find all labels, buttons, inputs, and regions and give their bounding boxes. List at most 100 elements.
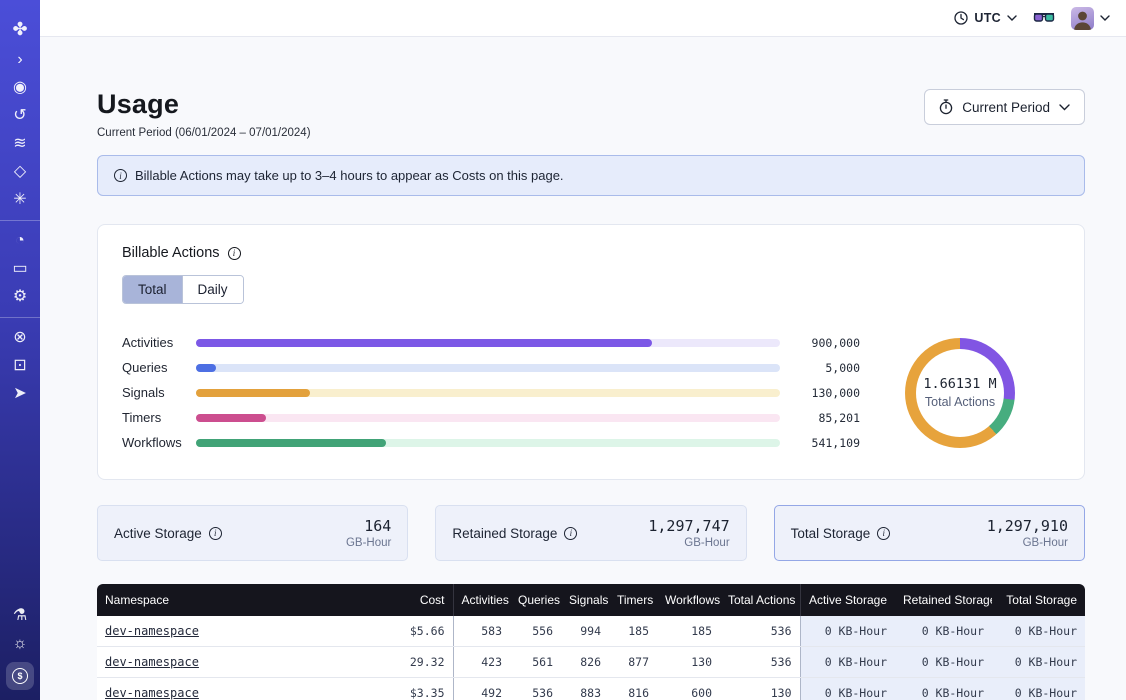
storage-card-retained-storage: Retained Storage i 1,297,747GB-Hour (435, 505, 746, 561)
storage-value: 1,297,747 (648, 517, 729, 535)
cell-signals: 826 (561, 647, 609, 678)
labs-flask-icon[interactable]: ⚗ (0, 602, 40, 630)
info-icon[interactable]: i (564, 527, 577, 540)
stopwatch-icon (939, 99, 953, 115)
billing-card-icon[interactable]: ▭ (0, 255, 40, 283)
bar-row-workflows: Workflows541,109 (122, 430, 860, 455)
billable-actions-title-row: Billable Actions i (122, 245, 1060, 261)
column-header-total_actions[interactable]: Total Actions (720, 584, 800, 616)
theme-sun-icon[interactable]: ☼ (0, 630, 40, 658)
timezone-selector[interactable]: UTC (954, 11, 1017, 25)
temporal-logo-icon[interactable]: ✤ (0, 12, 40, 46)
billable-actions-info-banner: i Billable Actions may take up to 3–4 ho… (97, 155, 1085, 196)
bar-value: 85,201 (780, 411, 860, 425)
cell-timers: 877 (609, 647, 657, 678)
bar-chart: Activities900,000Queries5,000Signals130,… (122, 330, 860, 455)
sidebar-group-2: ◔▭⚙ (0, 220, 40, 317)
cell-total_actions: 536 (720, 616, 800, 647)
support-life-buoy-icon[interactable]: ⊗ (0, 324, 40, 352)
info-icon[interactable]: i (877, 527, 890, 540)
cell-queries: 536 (510, 678, 561, 700)
timezone-label: UTC (974, 11, 1001, 25)
info-icon[interactable]: i (209, 527, 222, 540)
namespace-usage-table-wrap: NamespaceCostActivitiesQueriesSignalsTim… (97, 584, 1085, 700)
period-dropdown-button[interactable]: Current Period (924, 89, 1085, 125)
column-header-active_storage[interactable]: Active Storage (800, 584, 895, 616)
bar-track (196, 414, 780, 422)
storage-card-value-block: 1,297,747GB-Hour (648, 517, 729, 549)
column-header-retained_storage[interactable]: Retained Storage (895, 584, 992, 616)
storage-label-text: Retained Storage (452, 526, 557, 541)
asterisk-icon[interactable]: ✳ (0, 186, 40, 214)
namespace-usage-table: NamespaceCostActivitiesQueriesSignalsTim… (97, 584, 1085, 700)
billing-dollar-icon: $ (12, 668, 28, 684)
cell-active_storage: 0 KB-Hour (800, 678, 895, 700)
bar-row-signals: Signals130,000 (122, 380, 860, 405)
bar-fill (196, 439, 386, 447)
cell-total_actions: 130 (720, 678, 800, 700)
column-header-queries[interactable]: Queries (510, 584, 561, 616)
page-title-block: Usage Current Period (06/01/2024 – 07/01… (97, 89, 311, 139)
column-header-timers[interactable]: Timers (609, 584, 657, 616)
table-header-row: NamespaceCostActivitiesQueriesSignalsTim… (97, 584, 1085, 616)
settings-gear-icon[interactable]: ⚙ (0, 283, 40, 311)
period-button-label: Current Period (962, 100, 1050, 115)
chevron-down-icon (1059, 104, 1070, 111)
table-row: dev-namespace$3.354925368838166001300 KB… (97, 678, 1085, 700)
total-daily-tab-group: TotalDaily (122, 275, 244, 304)
bar-track (196, 439, 780, 447)
storage-card-label: Total Storagei (791, 526, 891, 541)
cube-icon[interactable]: ◇ (0, 158, 40, 186)
storage-summary-row: Active Storagei164GB-HourRetained Storag… (97, 505, 1085, 561)
history-clock-icon[interactable]: ↺ (0, 102, 40, 130)
bar-label: Activities (122, 335, 196, 350)
page-title: Usage (97, 89, 311, 120)
column-header-activities[interactable]: Activities (453, 584, 510, 616)
column-header-signals[interactable]: Signals (561, 584, 609, 616)
getting-started-rocket-icon[interactable]: ➤ (0, 380, 40, 408)
tab-total[interactable]: Total (123, 276, 182, 303)
cell-active_storage: 0 KB-Hour (800, 616, 895, 647)
info-icon[interactable]: i (228, 247, 241, 260)
user-menu[interactable] (1071, 7, 1110, 30)
docs-terminal-icon[interactable]: ⊡ (0, 352, 40, 380)
donut-chart: 1.66131 M Total Actions (905, 338, 1015, 448)
page-content: Usage Current Period (06/01/2024 – 07/01… (40, 37, 1126, 700)
bar-label: Signals (122, 385, 196, 400)
tab-daily[interactable]: Daily (182, 276, 243, 303)
column-header-cost[interactable]: Cost (347, 584, 453, 616)
bar-fill (196, 339, 652, 347)
bar-track (196, 364, 780, 372)
donut-center: 1.66131 M Total Actions (916, 349, 1004, 437)
sidebar-active-item[interactable]: $ (6, 662, 34, 690)
layers-icon[interactable]: ≋ (0, 130, 40, 158)
column-header-total_storage[interactable]: Total Storage (992, 584, 1085, 616)
page-header: Usage Current Period (06/01/2024 – 07/01… (97, 89, 1085, 139)
cell-total_storage: 0 KB-Hour (992, 616, 1085, 647)
cell-timers: 185 (609, 616, 657, 647)
usage-gauge-icon[interactable]: ◔ (0, 227, 40, 255)
column-header-workflows[interactable]: Workflows (657, 584, 720, 616)
namespace-link[interactable]: dev-namespace (105, 624, 199, 638)
cell-signals: 883 (561, 678, 609, 700)
bar-value: 900,000 (780, 336, 860, 350)
storage-unit: GB-Hour (987, 537, 1068, 549)
namespaces-spiral-icon[interactable]: ◉ (0, 74, 40, 102)
storage-unit: GB-Hour (346, 537, 391, 549)
cell-total_storage: 0 KB-Hour (992, 647, 1085, 678)
cell-retained_storage: 0 KB-Hour (895, 647, 992, 678)
bar-track (196, 389, 780, 397)
cell-signals: 994 (561, 616, 609, 647)
total-actions-value: 1.66131 M (923, 376, 996, 392)
bar-fill (196, 389, 310, 397)
cell-activities: 583 (453, 616, 510, 647)
namespace-link[interactable]: dev-namespace (105, 655, 199, 669)
bar-track (196, 339, 780, 347)
glasses-icon[interactable] (1033, 12, 1055, 24)
billable-actions-card: Billable Actions i TotalDaily Activities… (97, 224, 1085, 480)
expand-sidebar-icon[interactable]: › (0, 46, 40, 74)
top-bar: UTC (40, 0, 1126, 37)
column-header-namespace[interactable]: Namespace (97, 584, 347, 616)
cell-retained_storage: 0 KB-Hour (895, 678, 992, 700)
namespace-link[interactable]: dev-namespace (105, 686, 199, 700)
